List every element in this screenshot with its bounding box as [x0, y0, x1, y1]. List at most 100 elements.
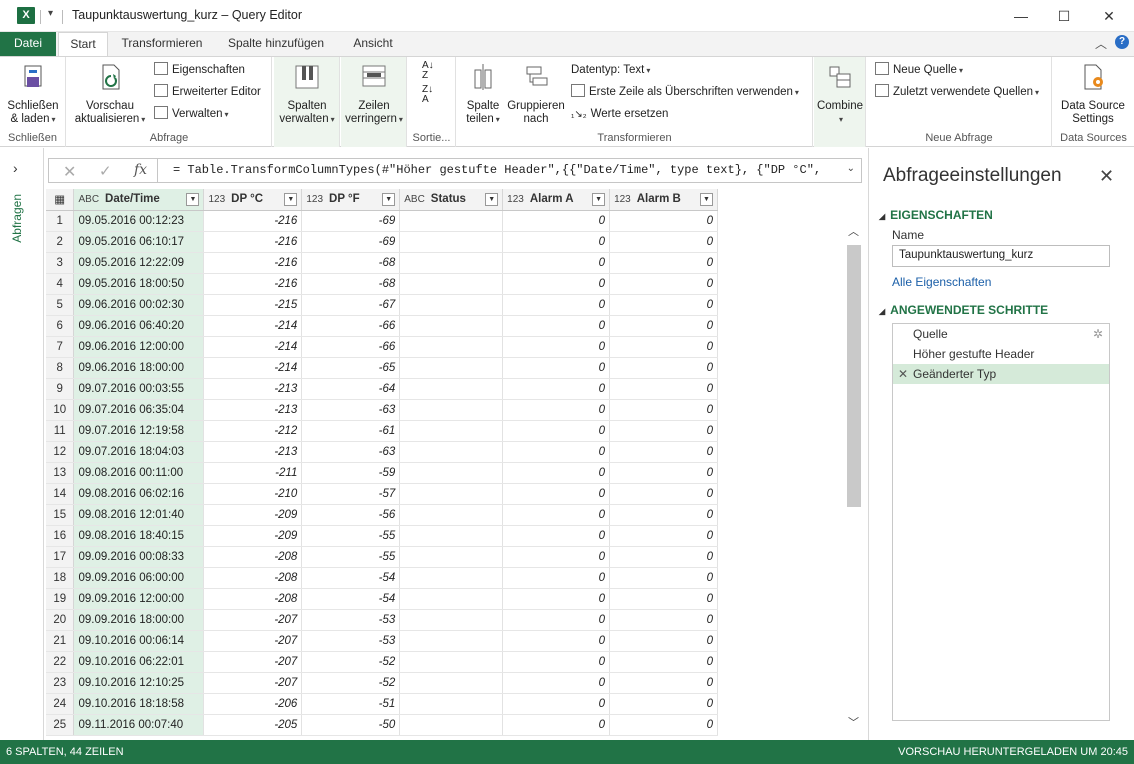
properties-section-header[interactable]: ◢ EIGENSCHAFTEN — [879, 208, 993, 222]
cell-status[interactable] — [399, 525, 504, 547]
cell-number[interactable]: 0 — [609, 462, 718, 484]
tab-datei[interactable]: Datei — [0, 32, 56, 56]
cell-number[interactable]: -206 — [203, 693, 303, 715]
cell-number[interactable]: -216 — [203, 252, 303, 274]
column-header[interactable]: 123 DP °F ▼ — [301, 189, 401, 211]
filter-dropdown-icon[interactable]: ▼ — [592, 193, 606, 206]
row-number[interactable]: 9 — [46, 378, 75, 400]
filter-dropdown-icon[interactable]: ▼ — [382, 193, 396, 206]
cell-number[interactable]: 0 — [609, 546, 718, 568]
table-row[interactable]: 17 09.09.2016 00:08:33 -208 -55 0 0 — [46, 546, 718, 568]
cell-datetime[interactable]: 09.10.2016 18:18:58 — [73, 693, 205, 715]
cell-number[interactable]: -69 — [301, 210, 401, 232]
cell-number[interactable]: 0 — [502, 420, 611, 442]
scroll-thumb[interactable] — [847, 245, 861, 507]
cell-number[interactable]: 0 — [609, 357, 718, 379]
cell-number[interactable]: -52 — [301, 651, 401, 673]
cell-number[interactable]: -208 — [203, 546, 303, 568]
table-row[interactable]: 12 09.07.2016 18:04:03 -213 -63 0 0 — [46, 441, 718, 463]
cell-status[interactable] — [399, 315, 504, 337]
row-number[interactable]: 15 — [46, 504, 75, 526]
cell-datetime[interactable]: 09.07.2016 18:04:03 — [73, 441, 205, 463]
column-type-icon[interactable]: ABC — [404, 194, 425, 205]
tab-spalte-hinzufuegen[interactable]: Spalte hinzufügen — [216, 32, 336, 56]
table-row[interactable]: 21 09.10.2016 00:06:14 -207 -53 0 0 — [46, 630, 718, 652]
cell-status[interactable] — [399, 441, 504, 463]
refresh-preview-button[interactable]: Vorschau aktualisieren ▾ — [71, 62, 149, 126]
cell-status[interactable] — [399, 462, 504, 484]
cell-number[interactable]: 0 — [502, 567, 611, 589]
cell-number[interactable]: 0 — [609, 210, 718, 232]
table-menu-icon[interactable]: ▦ — [46, 189, 75, 211]
row-number[interactable]: 16 — [46, 525, 75, 547]
cell-datetime[interactable]: 09.08.2016 12:01:40 — [73, 504, 205, 526]
cell-number[interactable]: -213 — [203, 378, 303, 400]
column-type-icon[interactable]: 123 — [306, 194, 323, 205]
scroll-up-icon[interactable]: ︿ — [848, 223, 859, 239]
cell-status[interactable] — [399, 294, 504, 316]
cell-number[interactable]: 0 — [609, 315, 718, 337]
row-number[interactable]: 5 — [46, 294, 75, 316]
cell-status[interactable] — [399, 357, 504, 379]
cell-number[interactable]: -68 — [301, 273, 401, 295]
cell-number[interactable]: -52 — [301, 672, 401, 694]
close-settings-icon[interactable]: ✕ — [1099, 166, 1114, 187]
cell-datetime[interactable]: 09.06.2016 06:40:20 — [73, 315, 205, 337]
group-by-button[interactable]: Gruppieren nach — [505, 62, 567, 126]
row-number[interactable]: 25 — [46, 714, 75, 736]
cell-number[interactable]: -215 — [203, 294, 303, 316]
cell-number[interactable]: 0 — [609, 273, 718, 295]
cell-number[interactable]: -208 — [203, 588, 303, 610]
cell-status[interactable] — [399, 273, 504, 295]
column-type-icon[interactable]: ABC — [78, 194, 99, 205]
cell-status[interactable] — [399, 609, 504, 631]
cell-number[interactable]: -64 — [301, 378, 401, 400]
cell-number[interactable]: -59 — [301, 462, 401, 484]
cell-number[interactable]: 0 — [502, 336, 611, 358]
cell-number[interactable]: 0 — [609, 399, 718, 421]
cell-number[interactable]: 0 — [609, 630, 718, 652]
cell-number[interactable]: 0 — [502, 693, 611, 715]
sort-descending-icon[interactable]: Z↓ A — [422, 85, 433, 105]
cell-number[interactable]: 0 — [502, 273, 611, 295]
cell-number[interactable]: -61 — [301, 420, 401, 442]
cell-number[interactable]: 0 — [502, 378, 611, 400]
cell-number[interactable]: -214 — [203, 315, 303, 337]
cell-status[interactable] — [399, 420, 504, 442]
table-row[interactable]: 14 09.08.2016 06:02:16 -210 -57 0 0 — [46, 483, 718, 505]
cell-number[interactable]: -55 — [301, 525, 401, 547]
filter-dropdown-icon[interactable]: ▼ — [284, 193, 298, 206]
confirm-icon[interactable]: ✓ — [99, 162, 112, 180]
cell-status[interactable] — [399, 399, 504, 421]
collapse-ribbon-icon[interactable]: ︿ — [1095, 35, 1107, 52]
cell-number[interactable]: -209 — [203, 525, 303, 547]
cell-number[interactable]: 0 — [502, 630, 611, 652]
table-row[interactable]: 1 09.05.2016 00:12:23 -216 -69 0 0 — [46, 210, 718, 232]
table-row[interactable]: 5 09.06.2016 00:02:30 -215 -67 0 0 — [46, 294, 718, 316]
cell-status[interactable] — [399, 672, 504, 694]
cell-number[interactable]: 0 — [609, 483, 718, 505]
cell-number[interactable]: 0 — [502, 399, 611, 421]
first-row-headers-button[interactable]: Erste Zeile als Überschriften verwenden ▾ — [571, 83, 799, 101]
maximize-button[interactable]: ☐ — [1041, 2, 1087, 30]
column-type-icon[interactable]: 123 — [614, 194, 631, 205]
advanced-editor-button[interactable]: Erweiterter Editor — [154, 83, 261, 101]
cell-datetime[interactable]: 09.05.2016 00:12:23 — [73, 210, 205, 232]
row-number[interactable]: 24 — [46, 693, 75, 715]
cell-number[interactable]: 0 — [609, 252, 718, 274]
cell-number[interactable]: 0 — [502, 483, 611, 505]
cell-number[interactable]: 0 — [609, 336, 718, 358]
cell-datetime[interactable]: 09.06.2016 18:00:00 — [73, 357, 205, 379]
cell-number[interactable]: -210 — [203, 483, 303, 505]
column-header[interactable]: ABC Status ▼ — [399, 189, 504, 211]
tab-transformieren[interactable]: Transformieren — [112, 32, 212, 56]
filter-dropdown-icon[interactable]: ▼ — [186, 193, 200, 206]
row-number[interactable]: 19 — [46, 588, 75, 610]
cell-number[interactable]: -55 — [301, 546, 401, 568]
cell-status[interactable] — [399, 504, 504, 526]
row-number[interactable]: 8 — [46, 357, 75, 379]
row-number[interactable]: 4 — [46, 273, 75, 295]
cell-number[interactable]: -214 — [203, 357, 303, 379]
row-number[interactable]: 20 — [46, 609, 75, 631]
applied-steps-header[interactable]: ◢ ANGEWENDETE SCHRITTE — [879, 303, 1048, 317]
